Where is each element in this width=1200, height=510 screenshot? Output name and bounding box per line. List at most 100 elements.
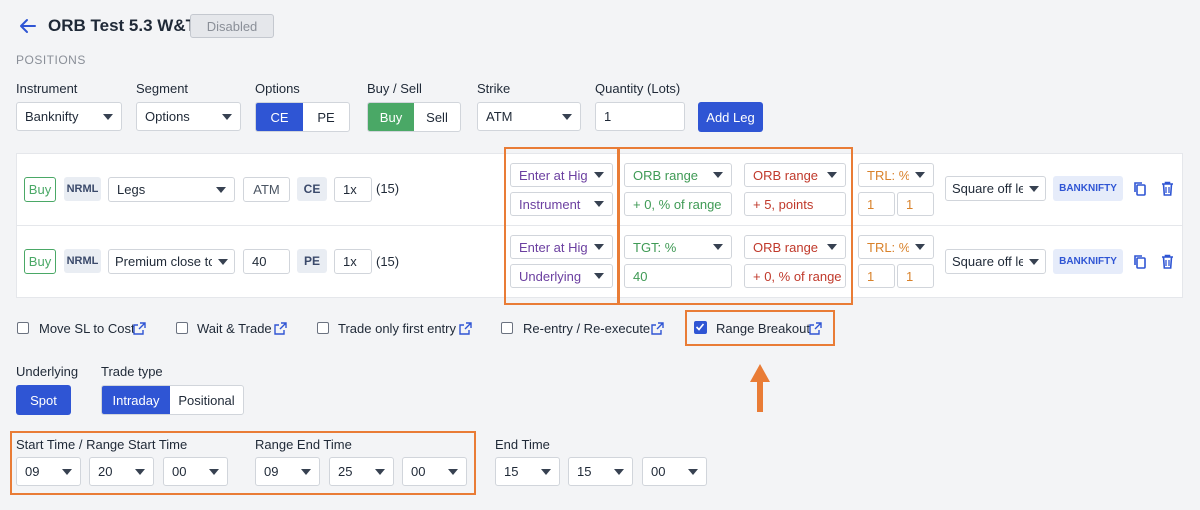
quantity-input[interactable]: 1 — [595, 102, 685, 131]
instrument-select[interactable]: Banknifty — [16, 102, 122, 131]
leg-symbol-badge: BANKNIFTY — [1053, 249, 1123, 274]
chevron-down-icon — [1029, 258, 1039, 265]
range-end-second-select[interactable]: 00 — [402, 457, 467, 486]
copy-icon[interactable] — [1133, 181, 1147, 200]
chevron-down-icon — [448, 468, 458, 475]
leg-trail-type-select[interactable]: TRL: % — [858, 163, 934, 187]
strike-label: Strike — [477, 81, 511, 96]
leg-divider — [16, 225, 1183, 226]
arrow-up-icon — [748, 362, 772, 414]
copy-icon[interactable] — [1133, 254, 1147, 273]
positional-button[interactable]: Positional — [170, 386, 243, 414]
option-pe-button[interactable]: PE — [303, 103, 349, 131]
leg-option-type-badge: PE — [297, 249, 327, 273]
delete-icon[interactable] — [1161, 181, 1174, 199]
chevron-down-icon — [594, 244, 604, 250]
buy-button[interactable]: Buy — [368, 103, 414, 131]
leg-target-type-select[interactable]: TGT: % — [624, 235, 732, 259]
end-minute-select[interactable]: 15 — [568, 457, 633, 486]
leg-side-badge[interactable]: Buy — [24, 249, 56, 274]
leg-target-type-select[interactable]: ORB range — [624, 163, 732, 187]
chevron-down-icon — [713, 172, 723, 178]
chevron-down-icon — [135, 468, 145, 475]
chevron-down-icon — [915, 172, 925, 178]
range-end-minute-select[interactable]: 25 — [329, 457, 394, 486]
external-link-icon[interactable] — [133, 322, 146, 335]
start-hour-select[interactable]: 09 — [16, 457, 81, 486]
end-hour-select[interactable]: 15 — [495, 457, 560, 486]
delete-icon[interactable] — [1161, 254, 1174, 272]
external-link-icon[interactable] — [809, 322, 822, 335]
start-second-select[interactable]: 00 — [163, 457, 228, 486]
re-entry-checkbox[interactable] — [501, 322, 513, 334]
range-breakout-checkbox[interactable] — [694, 321, 707, 334]
chevron-down-icon — [209, 468, 219, 475]
back-arrow-icon[interactable] — [18, 16, 38, 36]
leg-sl-type-select[interactable]: ORB range — [744, 163, 846, 187]
leg-sl-value-input[interactable]: + 0, % of range — [744, 264, 846, 288]
leg-multiplier-input[interactable]: 1x — [334, 177, 372, 202]
leg-trail-a-input[interactable]: 1 — [858, 264, 895, 288]
chevron-down-icon — [62, 468, 72, 475]
leg-exit-action-select[interactable]: Square off leg — [945, 249, 1046, 274]
segment-select[interactable]: Options — [136, 102, 241, 131]
leg-sl-value-input[interactable]: + 5, points — [744, 192, 846, 216]
external-link-icon[interactable] — [274, 322, 287, 335]
leg-product-badge: NRML — [64, 249, 101, 273]
trade-only-first-entry-label: Trade only first entry — [338, 321, 457, 336]
chevron-down-icon — [541, 468, 551, 475]
leg-trail-b-input[interactable]: 1 — [897, 192, 934, 216]
option-ce-button[interactable]: CE — [256, 103, 303, 131]
leg-trail-type-select[interactable]: TRL: % — [858, 235, 934, 259]
wait-and-trade-checkbox[interactable] — [176, 322, 188, 334]
underlying-spot-button[interactable]: Spot — [16, 385, 71, 415]
chevron-down-icon — [594, 172, 604, 178]
leg-strike-mode-select[interactable]: Legs — [108, 177, 235, 202]
status-badge: Disabled — [190, 14, 274, 38]
range-end-time-label: Range End Time — [255, 437, 352, 452]
leg-multiplier-input[interactable]: 1x — [334, 249, 372, 274]
add-leg-button[interactable]: Add Leg — [698, 102, 763, 132]
chevron-down-icon — [216, 186, 226, 193]
trade-type-toggle: Intraday Positional — [101, 385, 244, 415]
chevron-down-icon — [915, 244, 925, 250]
intraday-button[interactable]: Intraday — [102, 386, 170, 414]
trade-type-label: Trade type — [101, 364, 163, 379]
leg-entry-ref-select[interactable]: Underlying — [510, 264, 613, 288]
leg-side-badge[interactable]: Buy — [24, 177, 56, 202]
leg-symbol-badge: BANKNIFTY — [1053, 176, 1123, 201]
leg-product-badge: NRML — [64, 177, 101, 201]
leg-trail-b-input[interactable]: 1 — [897, 264, 934, 288]
leg-target-value-input[interactable]: + 0, % of range — [624, 192, 732, 216]
leg-target-value-input[interactable]: 40 — [624, 264, 732, 288]
sell-button[interactable]: Sell — [414, 103, 460, 131]
chevron-down-icon — [301, 468, 311, 475]
leg-strike-value[interactable]: ATM — [243, 177, 290, 202]
re-entry-label: Re-entry / Re-execute — [523, 321, 651, 336]
range-end-hour-select[interactable]: 09 — [255, 457, 320, 486]
chevron-down-icon — [103, 113, 113, 120]
buy-sell-label: Buy / Sell — [367, 81, 422, 96]
leg-strike-value[interactable]: 40 — [243, 249, 290, 274]
leg-exit-action-select[interactable]: Square off leg — [945, 176, 1046, 201]
start-minute-select[interactable]: 20 — [89, 457, 154, 486]
leg-quantity-note: (15) — [376, 254, 400, 269]
chevron-down-icon — [594, 201, 604, 207]
leg-entry-ref-select[interactable]: Instrument — [510, 192, 613, 216]
end-second-select[interactable]: 00 — [642, 457, 707, 486]
leg-entry-select[interactable]: Enter at High — [510, 163, 613, 187]
chevron-down-icon — [614, 468, 624, 475]
chevron-down-icon — [594, 273, 604, 279]
external-link-icon[interactable] — [651, 322, 664, 335]
strike-select[interactable]: ATM — [477, 102, 581, 131]
leg-trail-a-input[interactable]: 1 — [858, 192, 895, 216]
leg-strike-mode-select[interactable]: Premium close to — [108, 249, 235, 274]
leg-entry-select[interactable]: Enter at High — [510, 235, 613, 259]
leg-sl-type-select[interactable]: ORB range — [744, 235, 846, 259]
trade-only-first-entry-checkbox[interactable] — [317, 322, 329, 334]
move-sl-to-cost-checkbox[interactable] — [17, 322, 29, 334]
underlying-label: Underlying — [16, 364, 79, 379]
external-link-icon[interactable] — [459, 322, 472, 335]
check-icon — [695, 323, 705, 331]
options-label: Options — [255, 81, 300, 96]
